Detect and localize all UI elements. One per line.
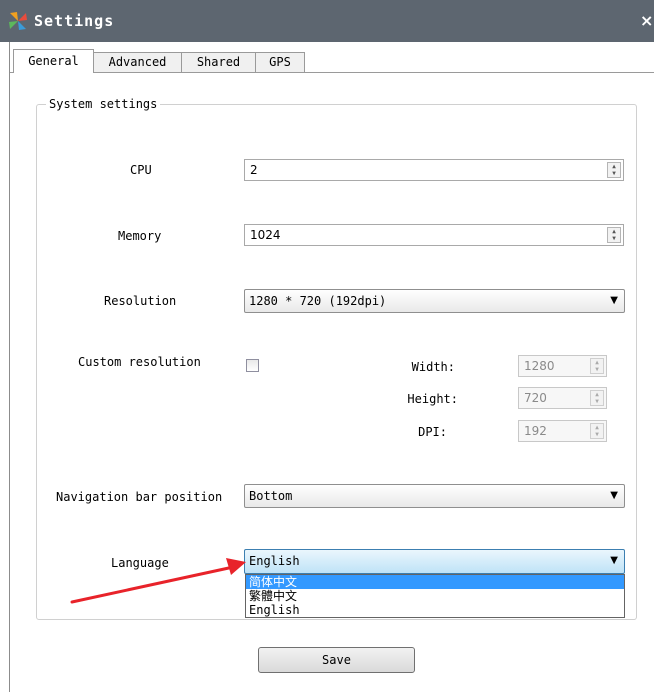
spin-up-icon[interactable]: ▲ <box>591 424 603 431</box>
language-options-list: 简体中文 繁體中文 English <box>245 574 625 618</box>
dpi-spinbox[interactable]: 192 ▲ ▼ <box>518 420 607 442</box>
spin-up-icon[interactable]: ▲ <box>591 391 603 398</box>
memory-value: 1024 <box>250 228 281 242</box>
window-frame <box>9 42 10 692</box>
width-value: 1280 <box>524 359 555 373</box>
custom-resolution-label: Custom resolution <box>78 355 201 369</box>
height-spinbox[interactable]: 720 ▲ ▼ <box>518 387 607 409</box>
dpi-label: DPI: <box>418 425 447 439</box>
active-tab-gap <box>14 72 93 73</box>
language-dropdown[interactable]: English ▼ <box>244 549 625 574</box>
save-button[interactable]: Save <box>258 647 415 673</box>
cpu-spin-buttons[interactable]: ▲ ▼ <box>607 162 621 178</box>
spin-down-icon[interactable]: ▼ <box>608 235 620 242</box>
resolution-value: 1280 * 720 (192dpi) <box>249 294 387 308</box>
dpi-spin-buttons[interactable]: ▲ ▼ <box>590 423 604 439</box>
spin-up-icon[interactable]: ▲ <box>608 163 620 170</box>
cpu-spinbox[interactable]: 2 ▲ ▼ <box>244 159 624 181</box>
navigation-bar-value: Bottom <box>249 489 293 503</box>
tab-advanced[interactable]: Advanced <box>93 52 182 72</box>
language-option-english[interactable]: English <box>246 603 624 617</box>
tab-strip-divider <box>10 72 654 73</box>
language-value: English <box>249 554 300 568</box>
window-title: Settings <box>34 12 115 30</box>
spin-up-icon[interactable]: ▲ <box>608 228 620 235</box>
resolution-label: Resolution <box>104 294 177 308</box>
tab-gps[interactable]: GPS <box>255 52 305 72</box>
spin-down-icon[interactable]: ▼ <box>608 170 620 177</box>
cpu-label: CPU <box>130 163 152 177</box>
memory-spinbox[interactable]: 1024 ▲ ▼ <box>244 224 624 246</box>
spin-down-icon[interactable]: ▼ <box>591 431 603 438</box>
height-label: Height: <box>407 392 458 406</box>
width-label: Width: <box>411 360 455 374</box>
system-settings-legend: System settings <box>46 97 161 111</box>
memory-spin-buttons[interactable]: ▲ ▼ <box>607 227 621 243</box>
spin-down-icon[interactable]: ▼ <box>591 398 603 405</box>
width-spin-buttons[interactable]: ▲ ▼ <box>590 358 604 374</box>
tab-general[interactable]: General <box>13 49 94 73</box>
dropdown-arrow-icon: ▼ <box>610 490 618 501</box>
navigation-bar-dropdown[interactable]: Bottom ▼ <box>244 484 625 508</box>
dpi-value: 192 <box>524 424 547 438</box>
memory-label: Memory <box>118 229 162 243</box>
height-value: 720 <box>524 391 547 405</box>
width-spinbox[interactable]: 1280 ▲ ▼ <box>518 355 607 377</box>
cpu-value: 2 <box>250 163 258 177</box>
navigation-bar-label: Navigation bar position <box>56 490 223 504</box>
app-pinwheel-icon <box>9 12 27 30</box>
language-label: Language <box>111 556 169 570</box>
spin-down-icon[interactable]: ▼ <box>591 366 603 373</box>
language-option-traditional-chinese[interactable]: 繁體中文 <box>246 589 624 603</box>
spin-up-icon[interactable]: ▲ <box>591 359 603 366</box>
dropdown-arrow-icon: ▼ <box>610 295 618 306</box>
height-spin-buttons[interactable]: ▲ ▼ <box>590 390 604 406</box>
resolution-dropdown[interactable]: 1280 * 720 (192dpi) ▼ <box>244 289 625 313</box>
dropdown-arrow-icon: ▼ <box>610 555 618 566</box>
close-icon[interactable]: × <box>640 11 653 30</box>
language-option-simplified-chinese[interactable]: 简体中文 <box>246 575 624 589</box>
custom-resolution-checkbox[interactable] <box>246 359 259 372</box>
tab-shared[interactable]: Shared <box>181 52 256 72</box>
